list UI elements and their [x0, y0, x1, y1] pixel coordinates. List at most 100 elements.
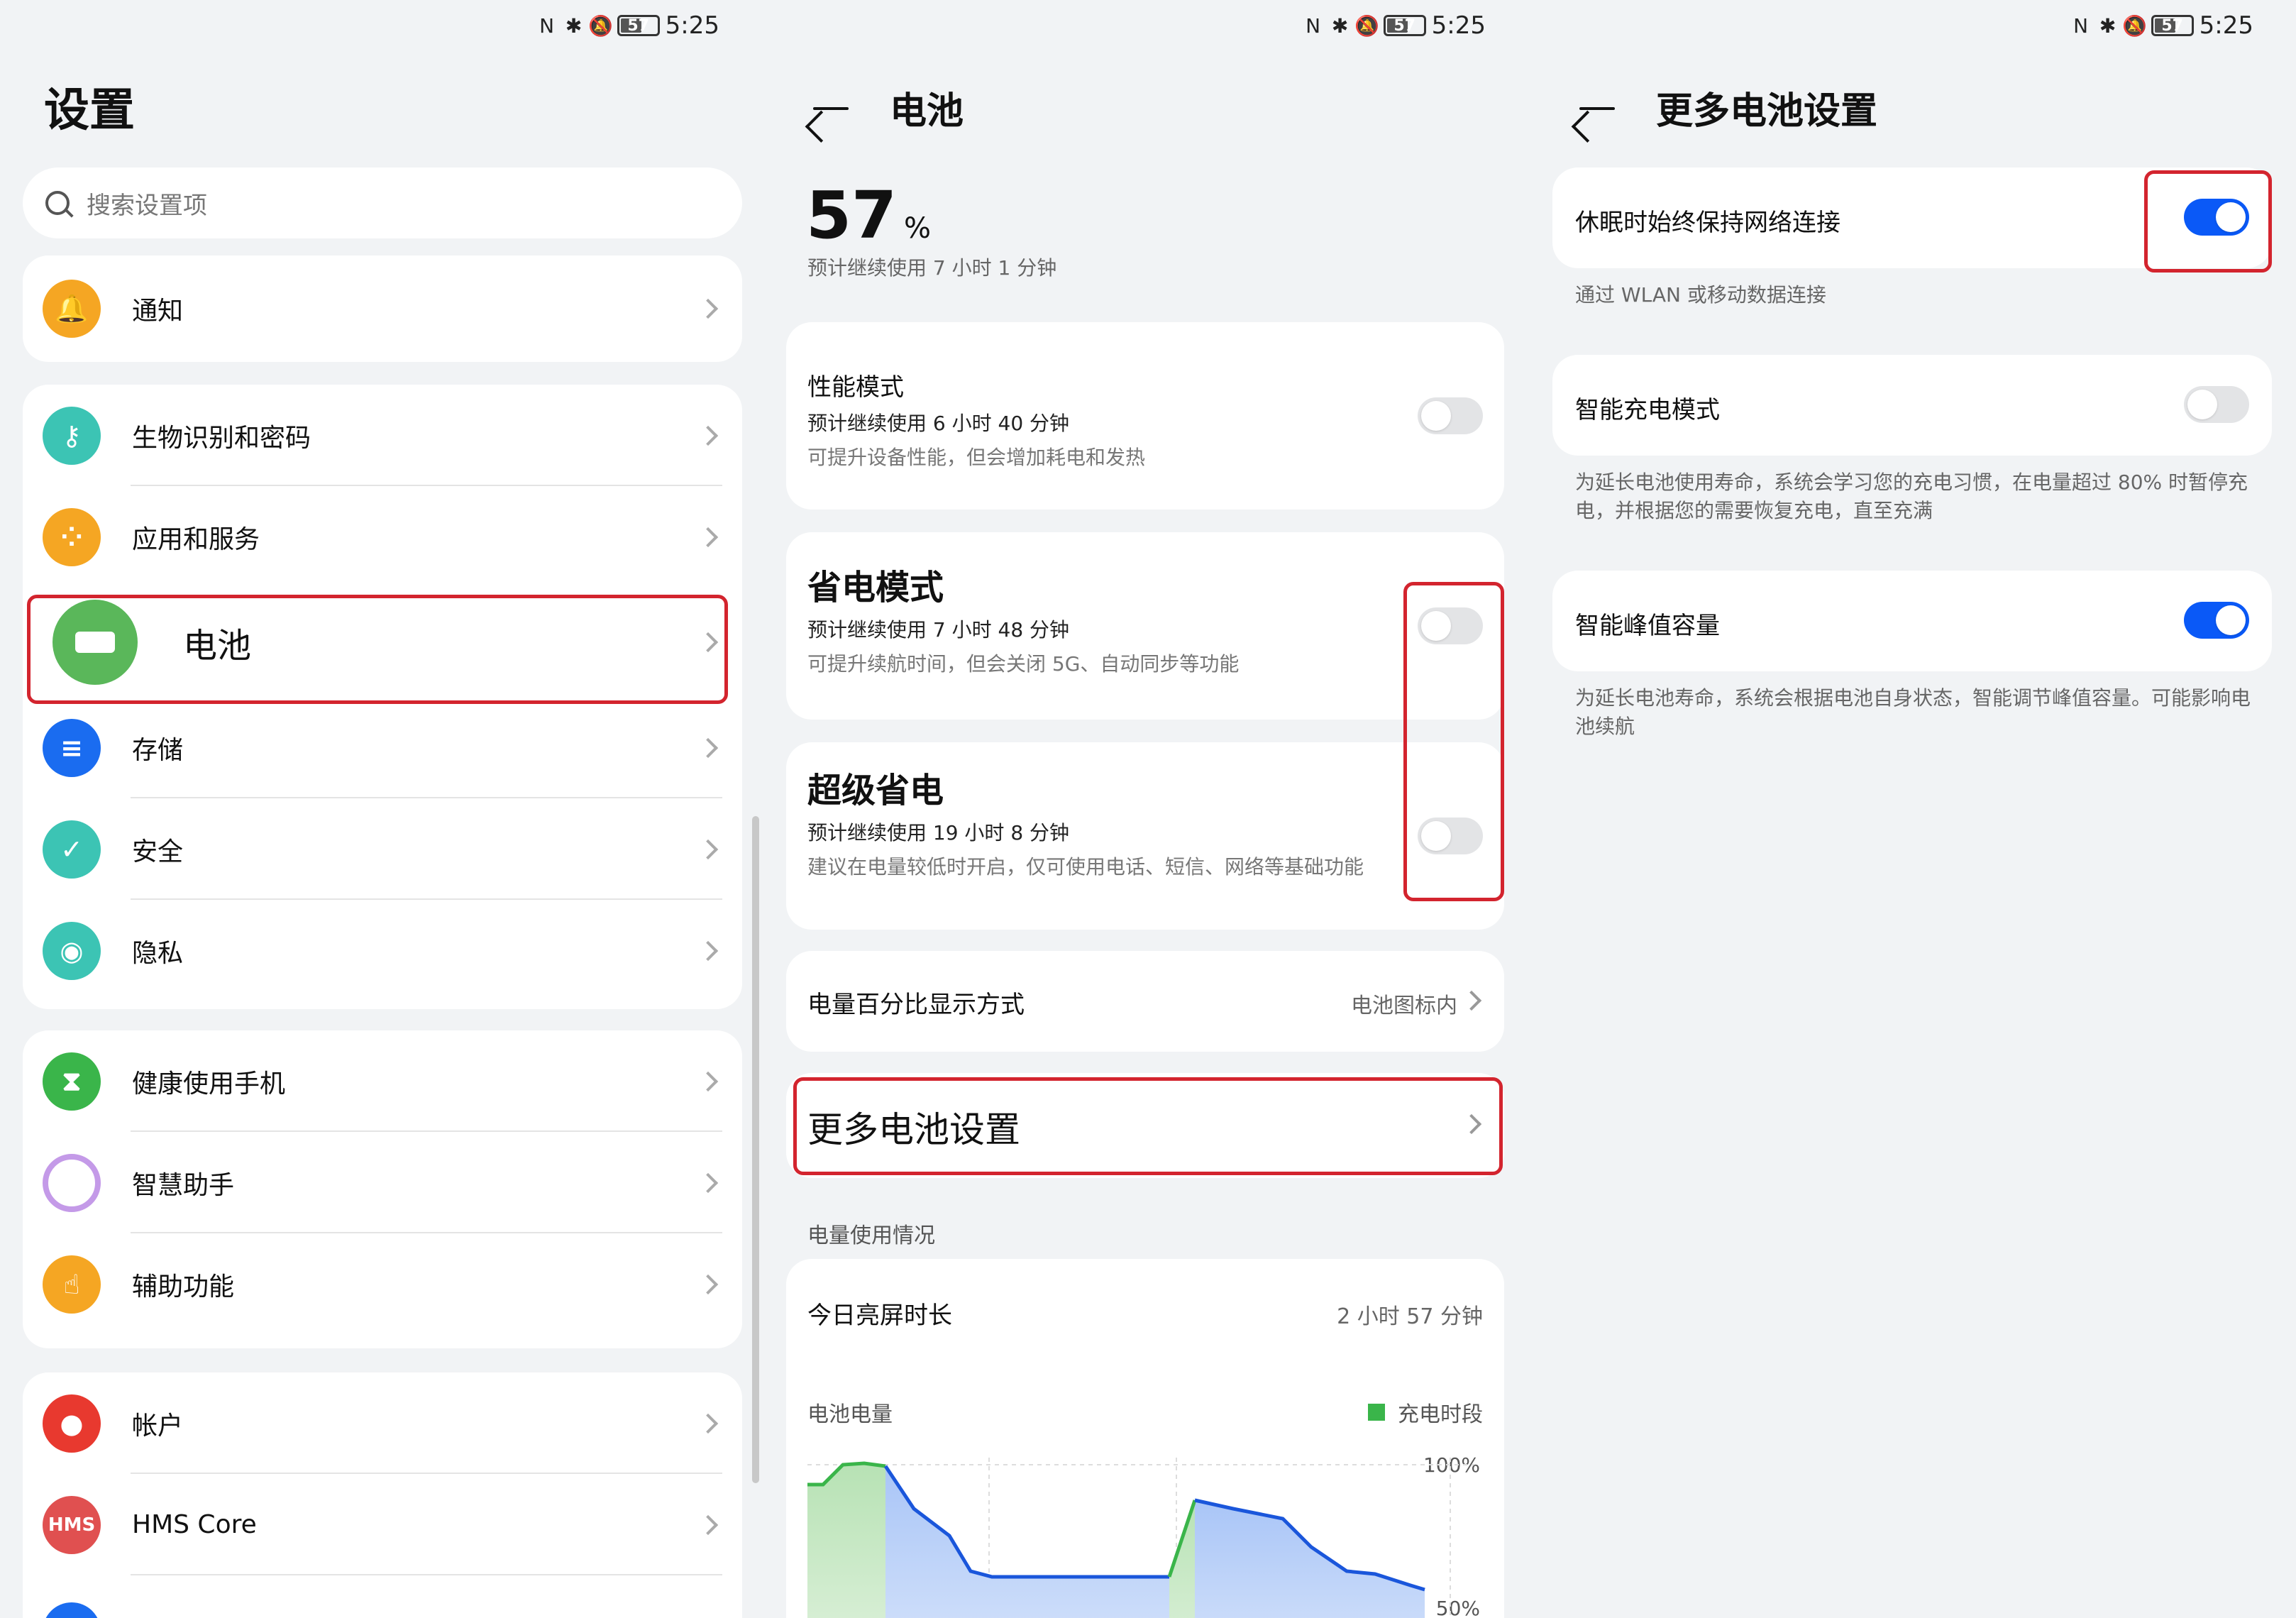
smart-charge-desc: 为延长电池使用寿命，系统会学习您的充电习惯，在电量超过 80% 时暂停充电，并根…: [1575, 470, 2248, 522]
bluetooth-icon: ✱: [1331, 13, 1349, 38]
keep-network-desc: 通过 WLAN 或移动数据连接: [1575, 283, 1826, 307]
settings-item-hms-core[interactable]: HMS HMS Core: [23, 1474, 742, 1575]
hourglass-icon: ⧗: [43, 1052, 101, 1111]
chevron-right-icon: [697, 298, 719, 319]
percent-display-value: 电池图标内: [1351, 994, 1457, 1018]
percent-display-row[interactable]: 电量百分比显示方式 电池图标内: [786, 951, 1504, 1052]
battery-screen: N ✱ 🔕 57 5:25 电池 57% 预计继续使用 7 小时 1 分钟 性能…: [762, 0, 1528, 1618]
item-label: 隐私: [132, 938, 184, 968]
mute-icon: 🔕: [2122, 13, 2148, 38]
back-arrow-icon[interactable]: [1575, 87, 1618, 129]
chevron-right-icon: [697, 1071, 719, 1091]
mute-icon: 🔕: [1354, 13, 1380, 38]
apps-icon: ⁘: [43, 507, 101, 566]
chevron-right-icon: [697, 1413, 719, 1433]
nfc-icon: N: [539, 13, 555, 38]
smart-charge-toggle[interactable]: [2184, 386, 2249, 423]
settings-group-1: 🔔 通知: [23, 255, 742, 362]
bell-icon: 🔔: [43, 280, 101, 338]
status-bar: N ✱ 🔕 57 5:25: [536, 10, 719, 41]
percent-display-title: 电量百分比显示方式: [807, 991, 1025, 1019]
performance-mode-card: 性能模式 预计继续使用 6 小时 40 分钟 可提升设备性能，但会增加耗电和发热: [786, 322, 1504, 510]
search-placeholder: 搜索设置项: [87, 191, 207, 220]
key-icon: ⚷: [43, 406, 101, 465]
battery-status-icon: 57: [617, 15, 660, 36]
power-save-card: 省电模式 预计继续使用 7 小时 48 分钟 可提升续航时间，但会关闭 5G、自…: [786, 532, 1504, 720]
super-save-estimate: 预计继续使用 19 小时 8 分钟: [807, 821, 1070, 844]
mute-icon: 🔕: [588, 13, 614, 38]
settings-item-assistant[interactable]: 智慧助手: [23, 1132, 742, 1233]
status-bar: N ✱ 🔕 57 5:25: [2070, 10, 2253, 41]
page-title: 设置: [44, 84, 135, 137]
battery-percent: 57%: [806, 177, 932, 253]
usage-section-label: 电量使用情况: [807, 1223, 935, 1248]
peak-capacity-toggle[interactable]: [2184, 602, 2249, 639]
settings-item-accessibility[interactable]: ☝ 辅助功能: [23, 1233, 742, 1335]
chevron-right-icon: [697, 1514, 719, 1535]
settings-item-security[interactable]: ✓ 安全: [23, 798, 742, 900]
page-title: 电池: [890, 90, 964, 133]
chevron-right-icon: [697, 425, 719, 446]
privacy-icon: ◉: [43, 921, 101, 980]
search-icon: [45, 191, 70, 215]
item-label: 应用和服务: [132, 524, 260, 554]
super-save-desc: 建议在电量较低时开启，仅可使用电话、短信、网络等基础功能: [807, 855, 1364, 879]
status-time: 5:25: [1431, 11, 1486, 40]
performance-mode-desc: 可提升设备性能，但会增加耗电和发热: [807, 446, 1146, 469]
page-title: 更多电池设置: [1656, 90, 1878, 133]
settings-item-privacy[interactable]: ◉ 隐私: [23, 900, 742, 1001]
power-save-estimate: 预计继续使用 7 小时 48 分钟: [807, 618, 1070, 642]
back-arrow-icon[interactable]: [809, 87, 851, 129]
assistant-icon: [43, 1153, 101, 1212]
settings-group-3: ⧗ 健康使用手机 智慧助手 ☝ 辅助功能: [23, 1030, 742, 1348]
settings-item-digital-balance[interactable]: ⧗ 健康使用手机: [23, 1030, 742, 1132]
settings-item-biometrics[interactable]: ⚷ 生物识别和密码: [23, 385, 742, 486]
item-label: 帐户: [132, 1411, 184, 1441]
chevron-right-icon: [697, 940, 719, 961]
highlight-box-keep-network: [2144, 170, 2272, 273]
bluetooth-icon: ✱: [565, 13, 583, 38]
status-bar: N ✱ 🔕 57 5:25: [1303, 10, 1486, 41]
battery-status-icon: 57: [1383, 15, 1426, 36]
settings-group-4: ● 帐户 HMS HMS Core: [23, 1372, 742, 1618]
bluetooth-icon: ✱: [2099, 13, 2116, 38]
chevron-right-icon: [697, 737, 719, 758]
settings-item-storage[interactable]: ≡ 存储: [23, 697, 742, 798]
settings-item-apps[interactable]: ⁘ 应用和服务: [23, 486, 742, 588]
item-label: 通知: [132, 297, 184, 326]
highlight-box-battery: [27, 595, 728, 704]
settings-item-account[interactable]: ● 帐户: [23, 1372, 742, 1474]
hand-icon: ☝: [43, 1255, 101, 1314]
super-save-card: 超级省电 预计继续使用 19 小时 8 分钟 建议在电量较低时开启，仅可使用电话…: [786, 742, 1504, 930]
shield-icon: ✓: [43, 820, 101, 879]
chevron-right-icon: [697, 839, 719, 859]
hms-icon: HMS: [43, 1495, 101, 1554]
status-time: 5:25: [2199, 11, 2253, 40]
item-label: 辅助功能: [132, 1272, 235, 1301]
search-input[interactable]: 搜索设置项: [23, 167, 742, 238]
performance-mode-estimate: 预计继续使用 6 小时 40 分钟: [807, 412, 1070, 435]
battery-level-chart: [807, 1458, 1474, 1618]
chevron-right-icon: [697, 1274, 719, 1294]
chevron-right-icon: [697, 1172, 719, 1193]
battery-status-icon: 57: [2151, 15, 2194, 36]
keep-network-title: 休眠时始终保持网络连接: [1575, 209, 1840, 237]
peak-capacity-title: 智能峰值容量: [1575, 612, 1720, 640]
chevron-right-icon: [1461, 990, 1482, 1011]
item-label: 健康使用手机: [132, 1069, 286, 1099]
performance-mode-title: 性能模式: [807, 373, 904, 402]
storage-icon: ≡: [43, 718, 101, 777]
settings-item-notifications[interactable]: 🔔 通知: [23, 255, 742, 362]
item-label: 安全: [132, 837, 184, 866]
highlight-box-more: [793, 1077, 1503, 1175]
performance-mode-toggle[interactable]: [1418, 397, 1483, 434]
item-label: 智慧助手: [132, 1170, 235, 1200]
peak-capacity-desc: 为延长电池寿命，系统会根据电池自身状态，智能调节峰值容量。可能影响电池续航: [1575, 686, 2251, 738]
item-label: HMS Core: [132, 1510, 257, 1539]
item-label: 生物识别和密码: [132, 423, 311, 453]
more-battery-settings-screen: N ✱ 🔕 57 5:25 更多电池设置 休眠时始终保持网络连接 通过 WLAN…: [1528, 0, 2296, 1618]
item-label: 存储: [132, 735, 184, 765]
peak-capacity-row: 智能峰值容量: [1552, 571, 2272, 671]
remaining-time: 预计继续使用 7 小时 1 分钟: [807, 256, 1057, 280]
scrollbar[interactable]: [752, 816, 759, 1483]
